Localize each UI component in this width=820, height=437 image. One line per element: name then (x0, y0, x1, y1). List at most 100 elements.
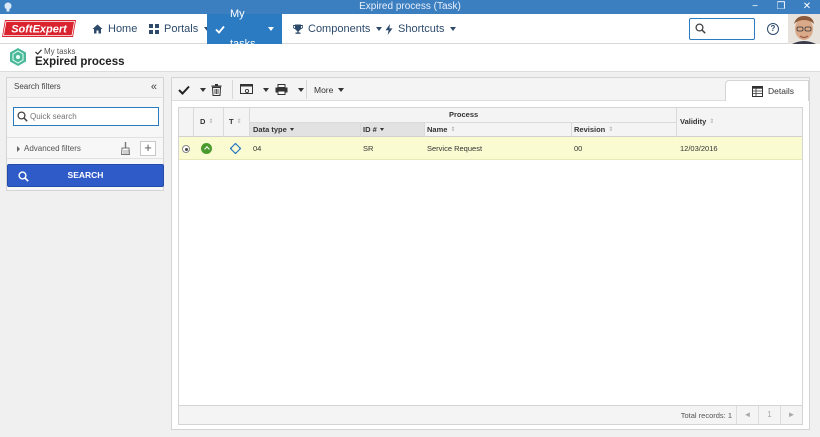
column-validity[interactable]: Validity ⇕ (680, 117, 714, 126)
lightning-icon (385, 23, 393, 35)
column-d-label: D (200, 117, 206, 126)
prev-page-button[interactable]: ◄ (736, 406, 758, 424)
search-button[interactable]: SEARCH (7, 164, 164, 187)
window-titlebar: Expired process (Task) − ❐ ✕ (0, 0, 820, 14)
column-id[interactable]: ID # (363, 125, 384, 134)
view-button[interactable] (240, 81, 253, 98)
breadcrumb[interactable]: My tasks (35, 47, 76, 56)
row-select-radio[interactable] (182, 145, 190, 153)
portals-icon (149, 24, 159, 34)
column-validity-label: Validity (680, 117, 707, 126)
window-controls: − ❐ ✕ (742, 0, 820, 14)
page-title: Expired process (35, 56, 125, 68)
filters-header-label: Search filters (14, 82, 61, 91)
column-d[interactable]: D ⇕ (200, 117, 213, 126)
search-icon (695, 23, 706, 34)
nav-home[interactable]: Home (84, 14, 145, 44)
column-t[interactable]: T ⇕ (229, 117, 242, 126)
more-label: More (314, 84, 334, 95)
page-header: My tasks Expired process (0, 44, 820, 72)
chevron-down-icon (298, 87, 304, 92)
collapse-panel-icon[interactable]: « (151, 81, 157, 93)
tab-details[interactable]: Details (725, 80, 809, 101)
trophy-icon (293, 24, 303, 34)
details-grid-icon (752, 85, 763, 97)
chevron-down-icon (338, 87, 345, 92)
column-name[interactable]: Name ⇕ (427, 125, 455, 134)
close-button[interactable]: ✕ (794, 0, 820, 14)
sort-desc-icon (289, 128, 294, 131)
more-menu-button[interactable]: More (314, 81, 345, 98)
execute-button[interactable] (178, 81, 190, 98)
chevron-right-icon (17, 145, 20, 152)
tab-details-label: Details (768, 86, 794, 96)
chevron-down-icon (200, 87, 206, 92)
column-data-type-label: Data type (253, 125, 287, 134)
app-icon (4, 2, 12, 12)
column-divider (424, 122, 425, 137)
cell-id: SR (363, 144, 374, 153)
column-data-type[interactable]: Data type (253, 125, 294, 134)
column-divider (193, 108, 194, 137)
column-revision-label: Revision (574, 125, 606, 134)
sort-desc-icon (379, 128, 384, 131)
chevron-down-icon (263, 87, 269, 92)
clear-filters-icon[interactable] (121, 142, 130, 155)
column-divider (223, 108, 224, 137)
column-divider (571, 122, 572, 137)
view-dropdown[interactable] (262, 81, 269, 98)
status-up-icon (201, 143, 212, 154)
process-group-header: Process (449, 110, 478, 119)
nav-home-label: Home (108, 23, 138, 35)
advanced-filters-label: Advanced filters (24, 144, 81, 153)
restore-button[interactable]: ❐ (768, 0, 794, 14)
chevron-down-icon (450, 27, 457, 31)
add-filter-button[interactable]: + (140, 141, 156, 156)
user-photo (788, 14, 820, 44)
chevron-down-icon (268, 27, 274, 31)
sort-icon: ⇕ (236, 119, 242, 125)
sort-icon: ⇕ (608, 127, 614, 133)
top-navbar: SoftExpert Home Portals My tasks Compone… (0, 8, 820, 50)
minimize-button[interactable]: − (742, 0, 768, 14)
sort-icon: ⇕ (450, 127, 456, 133)
printer-icon (275, 84, 288, 95)
print-dropdown[interactable] (297, 81, 304, 98)
task-table: D ⇕ T ⇕ Process Data type ID # Name ⇕ Revis… (178, 107, 803, 425)
nav-portals-label: Portals (164, 23, 199, 35)
page-number: 1 (758, 406, 780, 424)
global-search-input[interactable] (689, 18, 755, 40)
delete-button[interactable] (211, 81, 222, 98)
table-row[interactable]: 04 SR Service Request 00 12/03/2016 (179, 137, 802, 160)
nav-shortcuts[interactable]: Shortcuts (377, 14, 464, 44)
column-revision[interactable]: Revision ⇕ (574, 125, 613, 134)
nav-components-label: Components (308, 23, 371, 35)
column-divider (360, 122, 361, 137)
avatar[interactable] (788, 14, 820, 44)
nav-components[interactable]: Components (285, 14, 390, 44)
nav-shortcuts-label: Shortcuts (398, 23, 445, 35)
group-divider (249, 122, 676, 123)
process-type-icon (230, 143, 241, 154)
check-icon (35, 48, 42, 55)
quick-search-field[interactable] (13, 107, 159, 126)
nav-my-tasks[interactable]: My tasks (207, 8, 282, 50)
sort-icon: ⇕ (208, 119, 214, 125)
window-title: Expired process (Task) (359, 1, 461, 12)
column-divider (676, 108, 677, 137)
quick-search-input[interactable] (30, 109, 156, 124)
total-records: Total records: 1 (680, 411, 732, 420)
advanced-filters-toggle[interactable]: Advanced filters (17, 144, 81, 153)
help-icon[interactable]: ? (767, 23, 779, 35)
search-icon (17, 111, 28, 122)
table-footer: Total records: 1 ◄ 1 ► (179, 405, 802, 424)
sort-icon: ⇕ (709, 119, 715, 125)
print-button[interactable] (275, 81, 288, 98)
next-page-button[interactable]: ► (780, 406, 802, 424)
softexpert-logo[interactable]: SoftExpert (2, 19, 76, 38)
breadcrumb-label: My tasks (44, 47, 76, 56)
home-icon (92, 24, 103, 34)
filters-header: Search filters (7, 78, 163, 98)
column-t-label: T (229, 117, 234, 126)
execute-dropdown[interactable] (199, 81, 206, 98)
